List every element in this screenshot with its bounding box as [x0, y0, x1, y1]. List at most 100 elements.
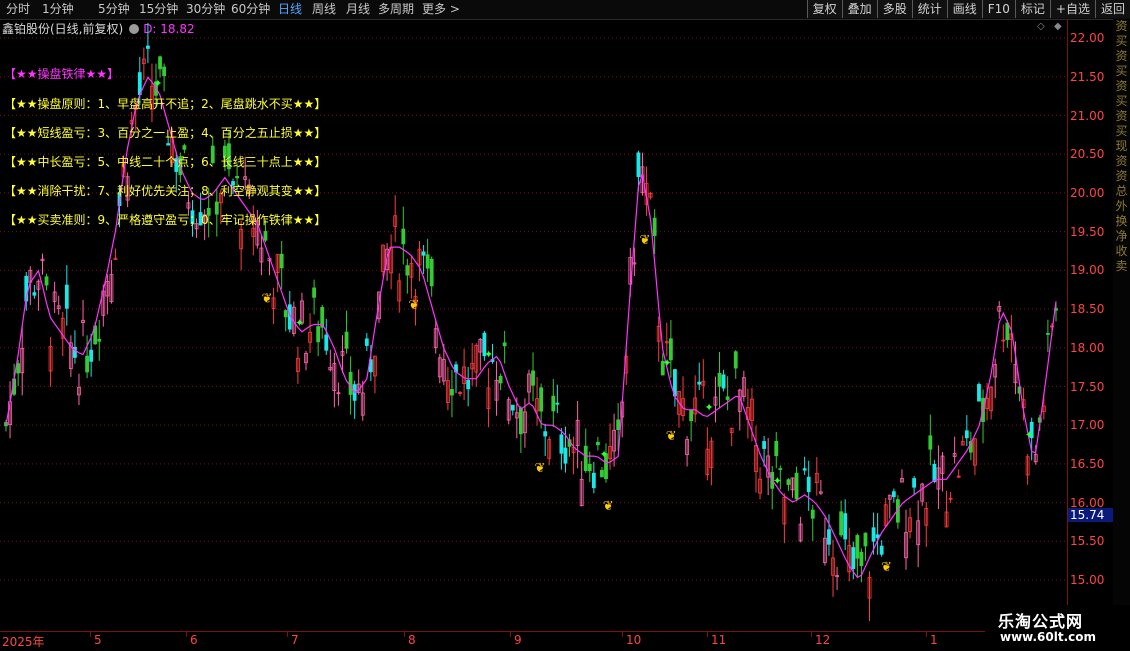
f10-button[interactable]: F10: [981, 0, 1015, 18]
candle-body: [158, 56, 162, 70]
candle-body: [450, 389, 454, 396]
right-data-strip: 资 买 资 买 资 买 资 买 现 资 资 总 外 换 净 收 卖: [1113, 19, 1130, 631]
period-tab-monthly[interactable]: 月线: [346, 1, 370, 18]
x-tick-label: 1: [930, 633, 938, 647]
candle-body: [182, 145, 187, 150]
overlay-line-2: 【★★短线盈亏：3、百分之一止盈；4、百分之五止损★★】: [4, 126, 327, 140]
green-star-signal-icon: ✦: [153, 77, 162, 90]
candle-body: [401, 228, 406, 245]
candle-body: [891, 491, 896, 498]
candle-body: [875, 534, 880, 539]
candle-body: [1005, 322, 1010, 341]
restore-rights-button[interactable]: 复权: [806, 0, 842, 18]
candle-body: [16, 363, 21, 374]
strip-char: 资: [1115, 79, 1128, 93]
y-tick-label: 18.00: [1070, 341, 1105, 355]
overlay-line-1: 【★★操盘原则：1、早盘高开不追；2、尾盘跳水不买★★】: [4, 97, 327, 111]
y-tick-label: 16.50: [1070, 457, 1105, 471]
butterfly-buy-icon: ❦: [640, 233, 651, 248]
candle-body: [928, 435, 933, 450]
x-tick: [186, 632, 187, 637]
mark-button[interactable]: 标记: [1014, 0, 1050, 18]
candle-body: [324, 334, 329, 351]
candle-body: [563, 447, 568, 464]
candle-body: [421, 251, 426, 256]
y-axis-line: [1067, 19, 1068, 631]
strip-char: 资: [1115, 109, 1128, 123]
strip-char: 买: [1115, 94, 1128, 108]
candle-body: [689, 409, 694, 422]
candle-body: [235, 176, 239, 179]
period-toolbar: 分时 1分钟 5分钟 15分钟 30分钟 60分钟 日线 周线 月线 多周期 更…: [0, 0, 1130, 20]
x-tick: [811, 632, 812, 637]
x-tick-label: 6: [190, 633, 198, 647]
strip-char: 资: [1115, 154, 1128, 168]
watermark-name: 乐淘公式网: [998, 612, 1084, 631]
strip-char: 卖: [1115, 259, 1128, 273]
candle-body: [879, 545, 884, 555]
period-tab-timeshare[interactable]: 分时: [6, 1, 30, 18]
green-star-signal-icon: ✦: [600, 448, 609, 461]
statistics-button[interactable]: 统计: [911, 0, 947, 18]
y-tick-label: 15.50: [1070, 534, 1105, 548]
candle-body: [733, 351, 738, 369]
butterfly-buy-icon: ❦: [666, 429, 677, 444]
period-tab-weekly[interactable]: 周线: [312, 1, 336, 18]
x-tick: [287, 632, 288, 637]
butterfly-buy-icon: ❦: [535, 461, 546, 476]
candle-body: [636, 152, 641, 178]
y-tick-label: 20.50: [1070, 147, 1105, 161]
green-star-signal-icon: ✦: [1025, 428, 1034, 441]
candle-body: [871, 527, 876, 542]
green-star-signal-icon: ✦: [773, 474, 782, 487]
period-tab-15min[interactable]: 15分钟: [139, 1, 178, 18]
candle-body: [794, 472, 799, 500]
period-tab-30min[interactable]: 30分钟: [186, 1, 225, 18]
x-tick-label: 2025年: [2, 635, 45, 649]
period-tab-more[interactable]: 更多 >: [422, 1, 460, 18]
green-star-signal-icon: ✦: [484, 348, 493, 361]
period-tab-1min[interactable]: 1分钟: [42, 1, 74, 18]
x-tick-label: 10: [626, 633, 642, 647]
period-tab-5min[interactable]: 5分钟: [98, 1, 130, 18]
candle-body: [697, 381, 702, 385]
multi-stock-button[interactable]: 多股: [876, 0, 912, 18]
candle-body: [518, 407, 523, 435]
candle-body: [425, 254, 430, 269]
candle-body: [802, 468, 807, 471]
x-tick: [90, 632, 91, 637]
strip-char: 现: [1115, 139, 1128, 153]
x-tick-label: 8: [408, 633, 416, 647]
green-star-signal-icon: ✦: [295, 317, 304, 330]
x-tick: [622, 632, 623, 637]
candle-body: [64, 284, 69, 309]
butterfly-buy-icon: ❦: [881, 560, 892, 575]
x-tick: [510, 632, 511, 637]
candle-body: [32, 292, 37, 296]
y-tick-label: 17.50: [1070, 380, 1105, 394]
candle-body: [145, 45, 150, 49]
add-watchlist-button[interactable]: +自选: [1049, 0, 1095, 18]
draw-line-button[interactable]: 画线: [946, 0, 982, 18]
period-tab-60min[interactable]: 60分钟: [231, 1, 270, 18]
right-button-group: 复权 叠加 多股 统计 画线 F10 标记 +自选 返回: [806, 0, 1130, 19]
period-tab-daily[interactable]: 日线: [278, 1, 302, 18]
green-star-signal-icon: ✦: [705, 401, 714, 414]
candle-body: [316, 326, 321, 343]
candle-body: [498, 376, 503, 384]
candle-body: [89, 349, 94, 362]
butterfly-buy-icon: ❦: [409, 298, 420, 313]
candle-body: [652, 217, 657, 237]
strip-char: 资: [1115, 169, 1128, 183]
x-tick-label: 11: [711, 633, 727, 647]
period-tab-multi[interactable]: 多周期: [378, 1, 414, 18]
overlay-button[interactable]: 叠加: [841, 0, 877, 18]
back-button[interactable]: 返回: [1094, 0, 1130, 18]
candle-body: [912, 478, 917, 488]
strip-char: 资: [1115, 19, 1128, 33]
x-tick: [707, 632, 708, 637]
candle-body: [721, 374, 726, 389]
candle-body: [531, 370, 535, 386]
y-tick-label: 19.50: [1070, 225, 1105, 239]
strip-char: 买: [1115, 34, 1128, 48]
